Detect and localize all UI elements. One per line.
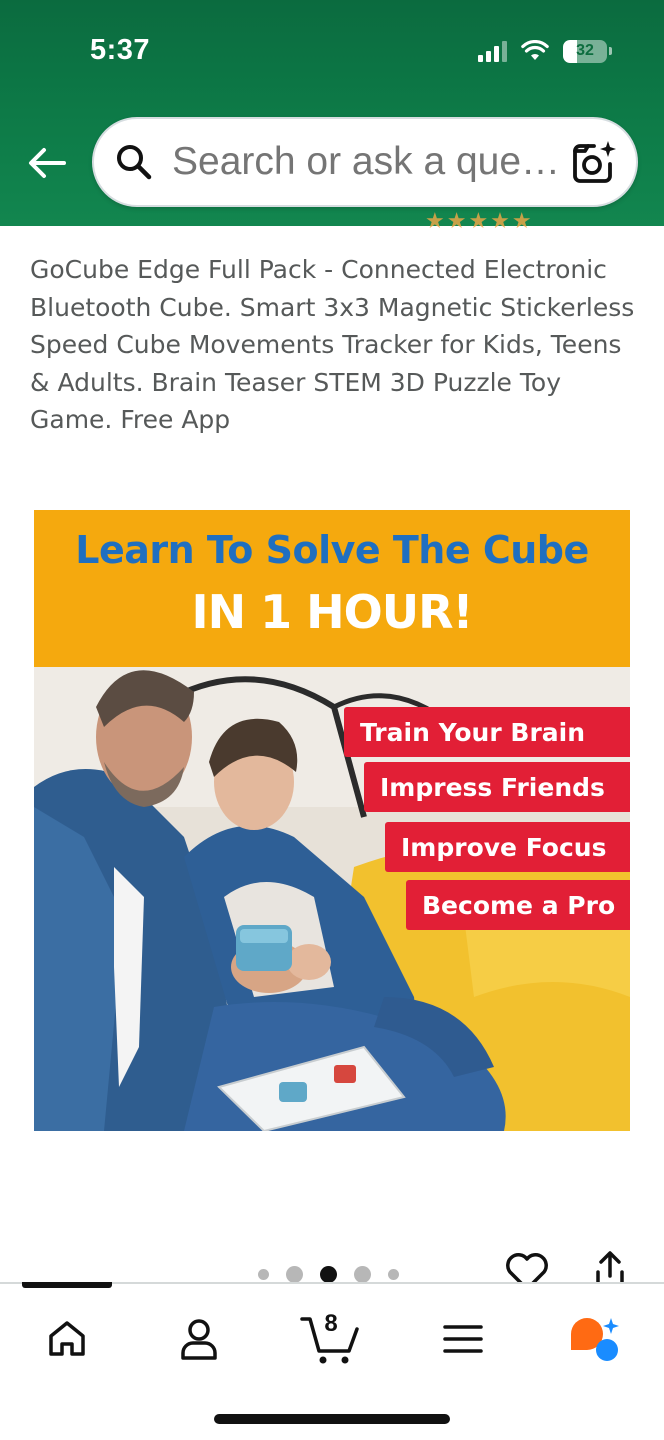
product-image[interactable]: Learn To Solve The Cube IN 1 HOUR! Train… [34,510,630,1131]
rufus-assistant-icon [571,1318,619,1361]
search-input[interactable] [172,140,570,184]
carousel-dot[interactable] [354,1266,371,1283]
back-arrow-icon[interactable] [24,140,70,186]
camera-lens-icon[interactable] [570,138,618,186]
status-icons: 32 [478,36,612,66]
carousel-dot-active[interactable] [320,1266,337,1283]
nav-menu[interactable] [418,1304,508,1374]
star-rating-icon: ★★★★★ [425,208,534,232]
rating-row-partial: ★★★★★ [30,208,650,232]
active-tab-indicator [22,1282,112,1288]
status-time: 5:37 [90,34,151,66]
image-subheadline: IN 1 HOUR! [191,585,473,639]
carousel-dot[interactable] [258,1269,269,1280]
home-indicator [214,1414,450,1424]
feature-tag: Become a Pro [406,880,630,930]
carousel-dots [258,1266,399,1283]
nav-account[interactable] [154,1304,244,1374]
product-title[interactable]: GoCube Edge Full Pack - Connected Electr… [30,251,640,439]
app-header: 5:37 32 [0,0,664,226]
carousel-dot[interactable] [388,1269,399,1280]
cellular-signal-icon [478,40,507,62]
account-icon [181,1319,217,1360]
battery-level: 32 [576,42,594,59]
cart-count-badge: 8 [324,1310,338,1337]
feature-tag: Impress Friends [364,762,630,812]
image-headline: Learn To Solve The Cube [75,528,589,572]
image-banner: Learn To Solve The Cube IN 1 HOUR! [34,510,630,667]
search-icon [117,145,152,180]
carousel-dot[interactable] [286,1266,303,1283]
battery-icon: 32 [563,39,607,63]
nav-home[interactable] [22,1304,112,1374]
bottom-nav: 8 [0,1282,664,1440]
nav-cart[interactable]: 8 [286,1304,376,1374]
home-icon [49,1321,85,1356]
feature-tag: Train Your Brain [344,707,630,757]
wifi-icon [521,40,549,60]
search-bar[interactable] [92,117,638,207]
nav-rufus[interactable] [550,1304,640,1374]
feature-tag: Improve Focus [385,822,630,872]
menu-icon [443,1325,483,1353]
